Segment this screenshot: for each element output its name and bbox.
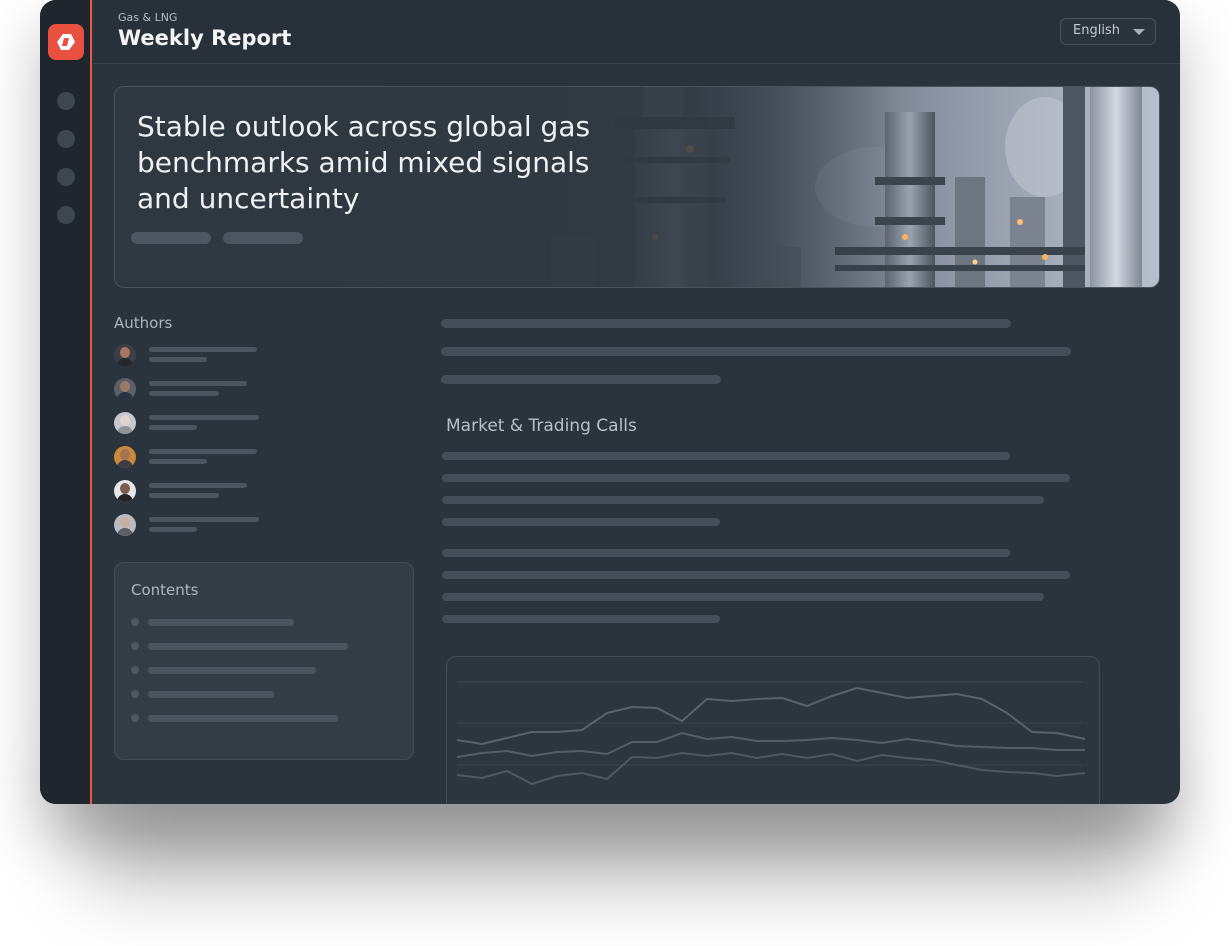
avatar [114, 480, 136, 502]
author-item[interactable] [114, 412, 294, 436]
author-role-placeholder [149, 527, 197, 532]
nav-item-4[interactable] [57, 206, 75, 224]
toc-item[interactable] [131, 666, 331, 674]
toc-item[interactable] [131, 714, 341, 722]
author-name-placeholder [149, 347, 257, 352]
body-text-line [442, 593, 1044, 601]
body-text-line [442, 496, 1044, 504]
author-name-placeholder [149, 381, 247, 386]
author-item[interactable] [114, 344, 294, 368]
chart-series-line [456, 751, 1086, 786]
author-role-placeholder [149, 425, 197, 430]
authors-heading: Authors [114, 314, 173, 332]
body-text-line [442, 452, 1010, 460]
author-role-placeholder [149, 493, 219, 498]
author-role-placeholder [149, 357, 207, 362]
avatar [114, 514, 136, 536]
toc-item[interactable] [131, 618, 311, 626]
body-text-line [442, 518, 720, 526]
author-name-placeholder [149, 483, 247, 488]
intro-text-line [441, 319, 1011, 328]
avatar [114, 344, 136, 366]
price-chart [456, 681, 1086, 786]
nav-item-2[interactable] [57, 130, 75, 148]
author-item[interactable] [114, 378, 294, 402]
author-name-placeholder [149, 517, 259, 522]
hero-banner: Stable outlook across global gas benchma… [114, 86, 1160, 288]
toc-item[interactable] [131, 642, 351, 650]
author-item[interactable] [114, 514, 294, 538]
language-select-value: English [1073, 23, 1120, 38]
contents-heading: Contents [131, 581, 199, 599]
header: Gas & LNG Weekly Report English [94, 0, 1180, 64]
avatar [114, 378, 136, 400]
body-text-line [442, 615, 720, 623]
language-select[interactable]: English [1060, 18, 1156, 45]
price-chart-card [446, 656, 1100, 804]
report-category: Gas & LNG [118, 11, 178, 24]
page-title: Weekly Report [118, 26, 292, 50]
intro-text-line [441, 347, 1071, 356]
contents-panel: Contents [114, 562, 414, 760]
author-name-placeholder [149, 449, 257, 454]
intro-text-line [441, 375, 721, 384]
body-text-line [442, 571, 1070, 579]
body-text-line [442, 549, 1010, 557]
chart-series-line [456, 686, 1086, 746]
caret-down-icon [1133, 29, 1145, 35]
app-window: Gas & LNG Weekly Report English Stable o… [40, 0, 1180, 804]
author-role-placeholder [149, 459, 207, 464]
section-heading: Market & Trading Calls [446, 416, 637, 436]
author-name-placeholder [149, 415, 259, 420]
author-item[interactable] [114, 446, 294, 470]
hero-headline: Stable outlook across global gas benchma… [137, 110, 591, 215]
toc-item[interactable] [131, 690, 291, 698]
chart-series-line [456, 731, 1085, 758]
body-text-line [442, 474, 1070, 482]
author-item[interactable] [114, 480, 294, 504]
nav-item-3[interactable] [57, 168, 75, 186]
author-role-placeholder [149, 391, 219, 396]
avatar [114, 446, 136, 468]
avatar [114, 412, 136, 434]
hero-tag-placeholder [131, 232, 211, 244]
nav-item-1[interactable] [57, 92, 75, 110]
hero-tag-placeholder [223, 232, 303, 244]
brand-logo-glyph [57, 34, 75, 50]
brand-logo-icon[interactable] [48, 24, 84, 60]
sidebar [40, 0, 92, 804]
